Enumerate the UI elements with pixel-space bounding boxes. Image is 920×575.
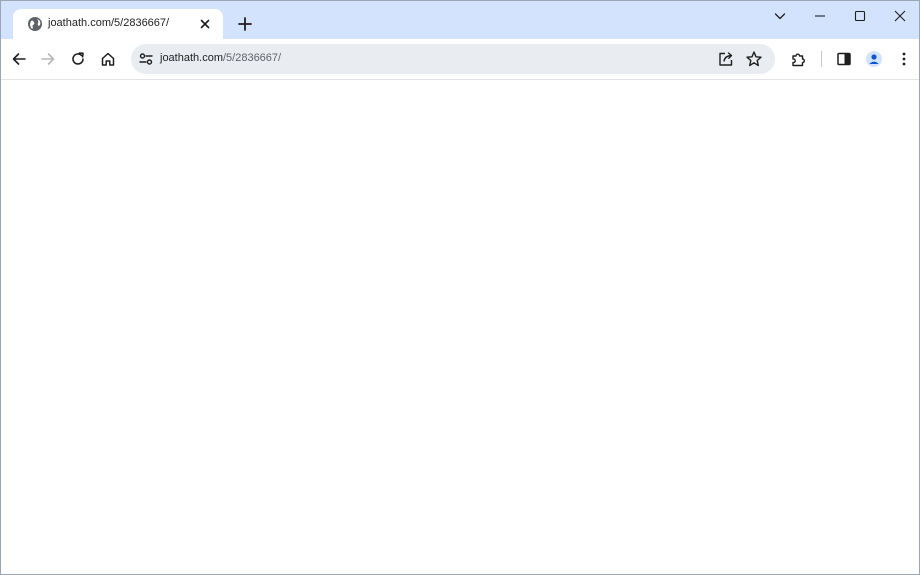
plus-icon [238, 17, 252, 31]
tab-search-button[interactable] [760, 1, 800, 31]
tune-icon[interactable] [138, 51, 154, 67]
toolbar-divider [821, 51, 822, 67]
tab-close-icon[interactable] [197, 16, 213, 32]
url-host: joathath.com [160, 52, 223, 64]
forward-button[interactable] [36, 47, 60, 71]
kebab-menu-icon [902, 52, 906, 66]
arrow-right-icon [41, 53, 55, 65]
tab-title: joathath.com/5/2836667/ [48, 17, 170, 29]
extensions-button[interactable] [787, 47, 811, 71]
menu-button[interactable] [892, 47, 916, 71]
maximize-button[interactable] [840, 1, 880, 31]
puzzle-icon [792, 53, 805, 67]
back-button[interactable] [7, 47, 31, 71]
active-tab[interactable]: joathath.com/5/2836667/ [13, 9, 223, 39]
page-content[interactable] [1, 80, 919, 574]
close-icon [894, 10, 906, 22]
home-icon [101, 52, 115, 66]
star-icon[interactable] [745, 50, 763, 68]
reload-icon [72, 52, 84, 65]
maximize-icon [854, 10, 866, 22]
share-icon[interactable] [717, 50, 735, 68]
window-close-button[interactable] [880, 1, 919, 31]
side-panel-icon [837, 52, 851, 66]
home-button[interactable] [96, 47, 120, 71]
address-bar[interactable]: joathath.com/5/2836667/ [131, 44, 775, 74]
browser-window: joathath.com/5/2836667/ joathath.com/5/2… [0, 0, 920, 575]
reload-button[interactable] [66, 47, 90, 71]
url-path: /5/2836667/ [222, 52, 282, 64]
new-tab-button[interactable] [233, 12, 257, 36]
arrow-left-icon [12, 53, 26, 65]
side-panel-button[interactable] [832, 47, 856, 71]
tab-strip: joathath.com/5/2836667/ [1, 1, 919, 39]
globe-icon [27, 16, 43, 32]
minimize-button[interactable] [800, 1, 840, 31]
minimize-icon [815, 15, 825, 17]
browser-toolbar: joathath.com/5/2836667/ [1, 39, 919, 80]
url-text[interactable]: joathath.com/5/2836667/ [160, 52, 281, 64]
profile-button[interactable] [862, 47, 886, 71]
profile-icon [866, 51, 882, 67]
chevron-down-icon [774, 13, 786, 20]
